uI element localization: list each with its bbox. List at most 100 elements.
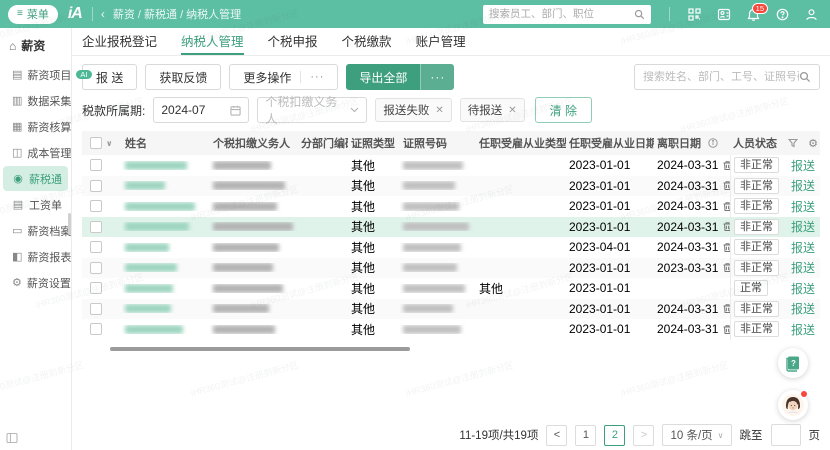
sidebar-scrollbar[interactable]: [68, 213, 71, 235]
table-search-input[interactable]: [643, 71, 799, 83]
tax-period-picker[interactable]: 2024-07: [153, 97, 249, 123]
sidebar-item-tax-pass[interactable]: ◉ 薪税通: [3, 166, 68, 191]
trash-icon[interactable]: [722, 221, 730, 232]
notification-bell-icon[interactable]: 15: [747, 8, 760, 21]
sidebar-item-salary-items[interactable]: ▤ 薪资项目 AI: [3, 62, 68, 87]
col-cert-no[interactable]: 证照号码: [400, 135, 476, 151]
col-dept-code[interactable]: 分部门编码: [298, 135, 348, 151]
col-agent[interactable]: 个税扣缴义务人: [210, 135, 298, 151]
tab-tax-payment[interactable]: 个税缴款: [342, 28, 392, 55]
row-checkbox[interactable]: [90, 200, 102, 212]
row-checkbox[interactable]: [90, 262, 102, 274]
report-link[interactable]: 报送: [791, 177, 815, 194]
menu-button[interactable]: ≡ 菜单: [8, 5, 58, 24]
withholding-agent-select[interactable]: 个税扣缴义务人: [257, 97, 367, 123]
redacted-withholding-agent: [213, 243, 279, 252]
table-row[interactable]: 其他 其他 2023-01-01 正常 报送: [82, 278, 820, 299]
user-profile-icon[interactable]: [805, 8, 818, 21]
report-link[interactable]: 报送: [791, 218, 815, 235]
tab-tax-declare[interactable]: 个税申报: [268, 28, 318, 55]
ai-assistant-button[interactable]: [778, 390, 808, 420]
get-feedback-button[interactable]: 获取反馈: [145, 64, 221, 90]
trash-icon[interactable]: [722, 324, 730, 335]
table-search[interactable]: [634, 64, 820, 90]
col-leave-date[interactable]: 离职日期: [654, 135, 730, 151]
back-icon[interactable]: ‹: [101, 7, 105, 21]
report-link[interactable]: 报送: [791, 321, 815, 338]
table-row[interactable]: 其他 2023-01-01 2024-03-31 非正常 报送: [82, 196, 820, 217]
col-emp-type[interactable]: 任职受雇从业类型: [476, 135, 566, 151]
tab-account-manage[interactable]: 账户管理: [416, 28, 466, 55]
filter-funnel-icon[interactable]: [788, 138, 798, 148]
report-link[interactable]: 报送: [791, 157, 815, 174]
remove-tag-icon[interactable]: ✕: [508, 105, 516, 116]
report-link[interactable]: 报送: [791, 198, 815, 215]
col-status[interactable]: 人员状态: [730, 135, 788, 151]
sidebar-item-salary-report[interactable]: ◧ 薪资报表: [3, 244, 68, 269]
ai-badge: AI: [76, 70, 91, 80]
table-row[interactable]: 其他 2023-01-01 2024-03-31 非正常 报送: [82, 319, 820, 340]
sidebar-item-data-collect[interactable]: ▥ 数据采集: [3, 88, 68, 113]
col-cert-type[interactable]: 证照类型: [348, 135, 400, 151]
sidebar-item-cost-manage[interactable]: ◫ 成本管理: [3, 140, 68, 165]
jump-page-input[interactable]: [771, 424, 801, 446]
row-checkbox[interactable]: [90, 323, 102, 335]
report-link[interactable]: 报送: [791, 239, 815, 256]
report-link[interactable]: 报送: [791, 259, 815, 276]
breadcrumb[interactable]: 薪资 / 薪税通 / 纳税人管理: [113, 6, 241, 22]
tab-taxpayer-manage[interactable]: 纳税人管理: [181, 28, 244, 55]
trash-icon[interactable]: [722, 262, 730, 273]
export-all-button[interactable]: 导出全部 ···: [346, 64, 454, 90]
sidebar-item-salary-calc[interactable]: ▦ 薪资核算: [3, 114, 68, 139]
global-search-input[interactable]: [489, 8, 634, 20]
table-row[interactable]: 其他 2023-01-01 2023-03-31 非正常 报送: [82, 258, 820, 279]
trash-icon[interactable]: [722, 160, 730, 171]
sidebar-item-salary-archive[interactable]: ▭ 薪资档案: [3, 218, 68, 243]
trash-icon[interactable]: [722, 180, 730, 191]
page-number-button[interactable]: 2: [604, 425, 625, 446]
col-emp-date[interactable]: 任职受雇从业日期: [566, 135, 654, 151]
cert-type-cell: 其他: [348, 321, 400, 338]
trash-icon[interactable]: [722, 303, 730, 314]
column-settings-icon[interactable]: ⚙: [808, 137, 818, 150]
select-all-checkbox[interactable]: [90, 137, 102, 149]
help-manual-button[interactable]: ?: [778, 348, 808, 378]
report-link[interactable]: 报送: [791, 300, 815, 317]
collapse-sidebar-icon[interactable]: [6, 432, 18, 444]
trash-icon[interactable]: [722, 201, 730, 212]
table-row[interactable]: 其他 2023-04-01 2024-03-31 非正常 报送: [82, 237, 820, 258]
info-icon[interactable]: [708, 138, 718, 148]
sidebar-item-salary-settings[interactable]: ⚙ 薪资设置: [3, 270, 68, 295]
table-row[interactable]: 其他 2023-01-01 2024-03-31 非正常 报送: [82, 217, 820, 238]
page-number-button[interactable]: 1: [575, 425, 596, 446]
row-checkbox[interactable]: [90, 221, 102, 233]
row-checkbox[interactable]: [90, 180, 102, 192]
clear-filters-button[interactable]: 清 除: [535, 97, 592, 123]
next-page-button[interactable]: >: [633, 425, 654, 446]
page-size-select[interactable]: 10 条/页 ∨: [662, 424, 731, 446]
contacts-icon[interactable]: [717, 8, 731, 21]
table-row[interactable]: 其他 2023-01-01 2024-03-31 非正常 报送: [82, 155, 820, 176]
cert-type-cell: 其他: [348, 177, 400, 194]
select-dropdown-icon[interactable]: ∨: [106, 139, 113, 148]
help-icon[interactable]: [776, 8, 789, 21]
prev-page-button[interactable]: <: [546, 425, 567, 446]
sidebar-item-payslip[interactable]: ▤ 工资单: [3, 192, 68, 217]
row-checkbox[interactable]: [90, 159, 102, 171]
more-actions-button[interactable]: 更多操作 ···: [229, 64, 338, 90]
col-name[interactable]: 姓名: [122, 135, 210, 151]
report-link[interactable]: 报送: [791, 280, 815, 297]
global-search[interactable]: [483, 5, 651, 24]
export-more-icon[interactable]: ···: [420, 64, 454, 90]
remove-tag-icon[interactable]: ✕: [435, 105, 443, 116]
row-checkbox[interactable]: [90, 241, 102, 253]
trash-icon[interactable]: [722, 242, 730, 253]
table-row[interactable]: 其他 2023-01-01 2024-03-31 非正常 报送: [82, 176, 820, 197]
row-checkbox[interactable]: [90, 303, 102, 315]
qr-code-icon[interactable]: [688, 8, 701, 21]
table-row[interactable]: 其他 2023-01-01 2024-03-31 非正常 报送: [82, 299, 820, 320]
emp-date-cell: 2023-01-01: [566, 179, 654, 193]
horizontal-scrollbar[interactable]: [110, 347, 410, 351]
tab-corp-tax-register[interactable]: 企业报税登记: [82, 28, 157, 55]
row-checkbox[interactable]: [90, 282, 102, 294]
